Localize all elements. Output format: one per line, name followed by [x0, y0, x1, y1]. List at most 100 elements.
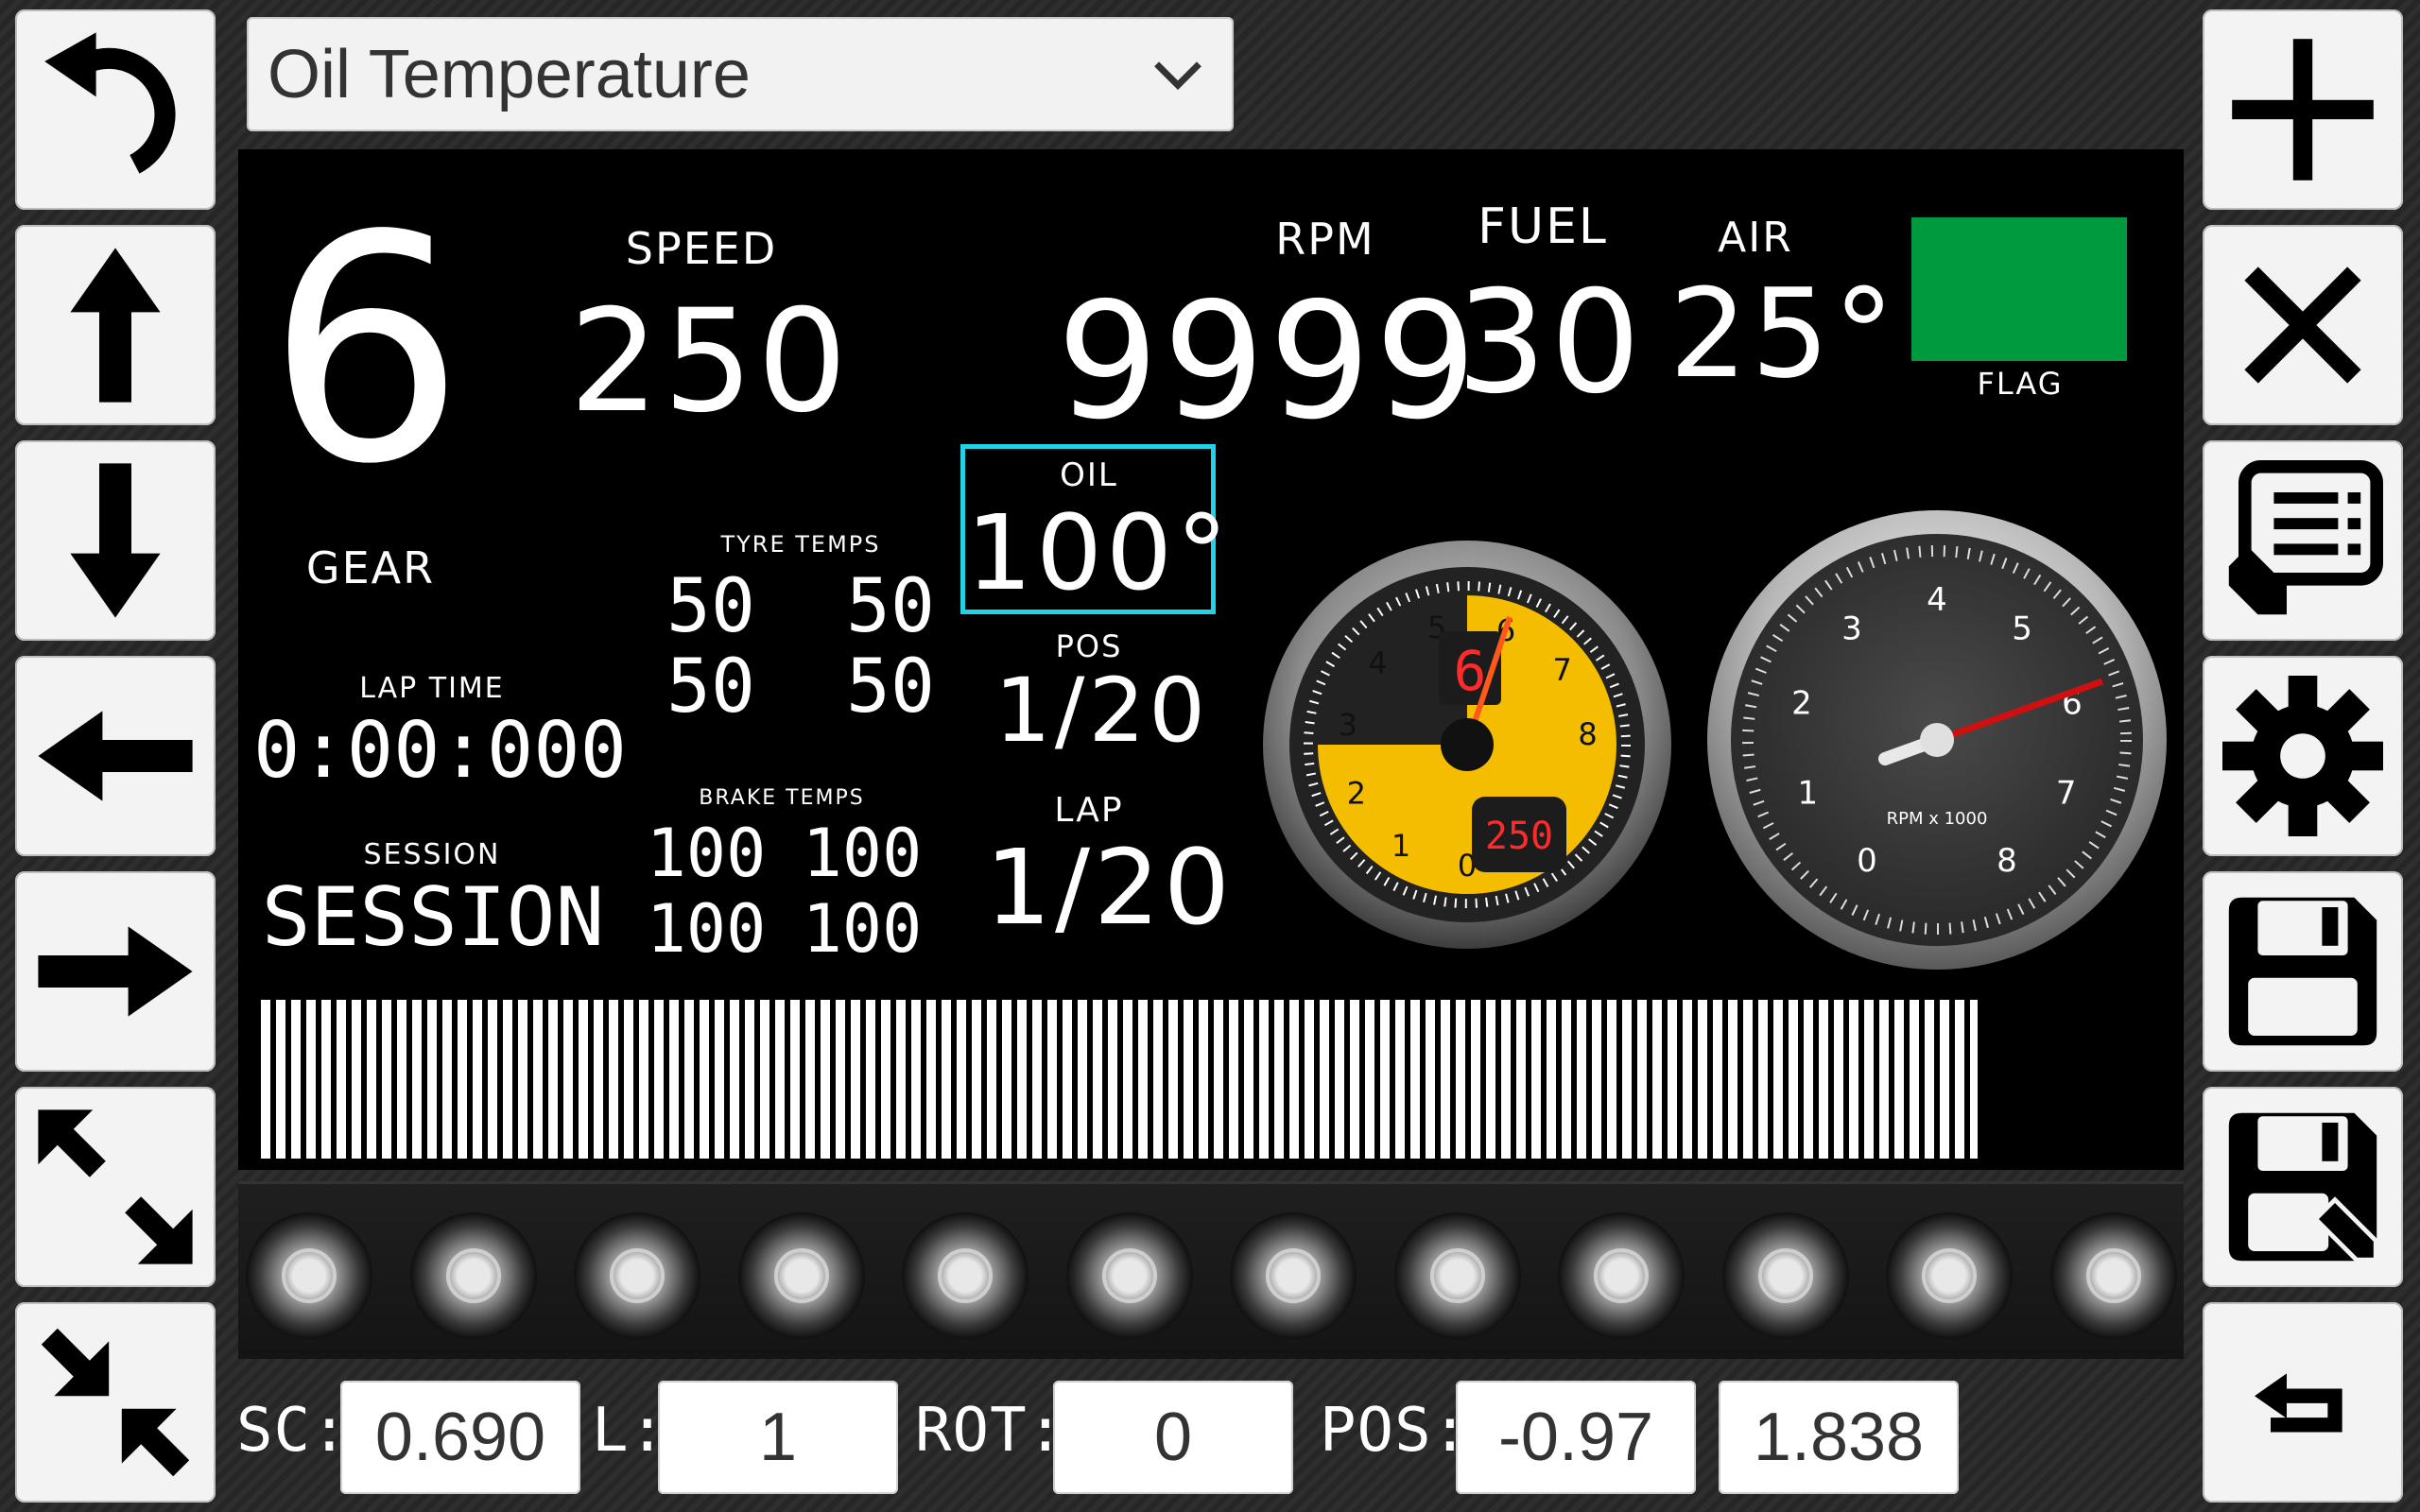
move-left-button[interactable] [15, 656, 216, 856]
position-x-input[interactable]: -0.97 [1456, 1381, 1696, 1494]
pos-label: POS [1055, 628, 1123, 664]
move-right-button[interactable] [15, 871, 216, 1072]
lap-value[interactable]: 1/20 [985, 835, 1230, 939]
session-value[interactable]: SESSION [253, 877, 613, 958]
dashboard-canvas[interactable]: 6 GEAR SPEED 250 RPM 9999 FUEL 30 AIR 25… [238, 149, 2184, 1170]
lap-time-value[interactable]: 0:00:000 [253, 713, 627, 790]
oil-label: OIL [1060, 456, 1118, 494]
rev-bar-strip[interactable] [261, 1000, 1978, 1159]
silver-tachometer-gauge[interactable]: 012345678 RPM x 1000 [1705, 508, 2169, 971]
shift-light [1558, 1212, 1685, 1339]
shift-light [409, 1212, 537, 1339]
gauge-tick-label: 7 [2056, 775, 2077, 813]
brake-temps-label: BRAKE TEMPS [699, 786, 865, 810]
brake-temp-fr[interactable]: 100 [786, 820, 938, 886]
shift-light [737, 1212, 865, 1339]
tyre-temp-fl[interactable]: 50 [645, 570, 777, 644]
shift-light [1886, 1212, 2013, 1339]
tyre-temp-rl[interactable]: 50 [645, 650, 777, 724]
shift-light [1230, 1212, 1357, 1339]
air-label: AIR [1718, 214, 1793, 262]
edit-list-button[interactable] [2203, 440, 2403, 641]
save-button[interactable] [2203, 871, 2403, 1072]
gauge-tick-label: 7 [1553, 652, 1572, 688]
air-value[interactable]: 25° [1661, 272, 1907, 395]
move-up-button[interactable] [15, 225, 216, 425]
brake-temp-rr[interactable]: 100 [786, 896, 938, 962]
session-label: SESSION [363, 838, 501, 871]
return-icon [2255, 1373, 2342, 1433]
oil-value[interactable]: 100° [966, 501, 1228, 605]
shift-light [902, 1212, 1028, 1339]
gauge-tick-label: 3 [1339, 707, 1357, 743]
save-as-button[interactable] [2203, 1087, 2403, 1287]
edit-list-icon [2228, 460, 2383, 615]
yellow-gauge-speed-readout: 250 [1485, 815, 1553, 858]
fuel-value[interactable]: 30 [1437, 272, 1664, 414]
settings-button[interactable] [2203, 656, 2403, 856]
speed-value[interactable]: 250 [569, 291, 847, 433]
scale-label: SC: [236, 1396, 349, 1466]
close-icon [2244, 266, 2361, 384]
rpm-label: RPM [1275, 214, 1375, 265]
rotation-label: ROT: [915, 1396, 1065, 1466]
arrow-left-icon [38, 711, 193, 801]
undo-button[interactable] [15, 9, 216, 210]
layer-label: L: [592, 1396, 667, 1466]
gear-icon [2222, 676, 2383, 836]
move-down-button[interactable] [15, 440, 216, 641]
flag-indicator[interactable] [1911, 217, 2127, 361]
layer-input[interactable]: 1 [658, 1381, 898, 1494]
gauge-tick-label: 2 [1791, 685, 1812, 723]
undo-icon [44, 32, 176, 174]
arrow-up-icon [70, 248, 161, 403]
tyre-temps-label: TYRE TEMPS [720, 531, 881, 558]
gauge-tick-label: 0 [1857, 842, 1877, 880]
save-icon [2228, 897, 2377, 1046]
lap-label: LAP [1054, 791, 1124, 830]
back-button[interactable] [2203, 1302, 2403, 1503]
shrink-button[interactable] [15, 1302, 216, 1503]
brake-temp-rl[interactable]: 100 [631, 896, 782, 962]
transform-bar: SC: 0.690 L: 1 ROT: 0 POS: -0.97 1.838 [236, 1375, 1985, 1494]
scale-input[interactable]: 0.690 [340, 1381, 580, 1494]
gauge-tick-label: 2 [1347, 776, 1366, 812]
shift-light [2049, 1212, 2177, 1339]
chevron-down-icon [1154, 60, 1201, 90]
gauge-tick-label: 8 [1578, 716, 1597, 752]
expand-button[interactable] [15, 1087, 216, 1287]
expand-icon [38, 1109, 193, 1264]
pos-value[interactable]: 1/20 [994, 667, 1205, 756]
speed-label: SPEED [625, 223, 778, 274]
data-source-dropdown[interactable]: Oil Temperature [247, 17, 1234, 131]
tyre-temp-rr[interactable]: 50 [824, 650, 957, 724]
shift-light [1393, 1212, 1521, 1339]
gauge-tick-label: 1 [1797, 775, 1818, 813]
shift-light [1721, 1212, 1849, 1339]
gauge-tick-label: 1 [1392, 828, 1410, 864]
shift-light [1065, 1212, 1193, 1339]
arrow-right-icon [38, 926, 193, 1017]
position-label: POS: [1320, 1396, 1470, 1466]
shift-light-strip[interactable] [238, 1181, 2184, 1359]
add-button[interactable] [2203, 9, 2403, 210]
gauge-tick-label: 4 [1368, 645, 1387, 681]
yellow-tachometer-gauge[interactable]: 012345678 6 250 [1259, 537, 1675, 953]
gauge-tick-label: 4 [1927, 581, 1947, 619]
shift-light [246, 1212, 372, 1339]
save-edit-icon [2228, 1112, 2380, 1264]
gear-value[interactable]: 6 [267, 195, 465, 507]
gear-label: GEAR [305, 542, 436, 593]
shrink-icon [41, 1328, 190, 1477]
rotation-input[interactable]: 0 [1053, 1381, 1293, 1494]
gauge-tick-label: 5 [2012, 610, 2032, 648]
gauge-tick-label: 8 [1996, 842, 2017, 880]
flag-label: FLAG [1977, 366, 2064, 402]
position-y-input[interactable]: 1.838 [1719, 1381, 1959, 1494]
delete-button[interactable] [2203, 225, 2403, 425]
gauge-tick-label: 3 [1841, 610, 1862, 648]
tyre-temp-fr[interactable]: 50 [824, 570, 957, 644]
brake-temp-fl[interactable]: 100 [631, 820, 782, 886]
plus-icon [2232, 39, 2374, 180]
dropdown-selected-value: Oil Temperature [268, 36, 751, 112]
